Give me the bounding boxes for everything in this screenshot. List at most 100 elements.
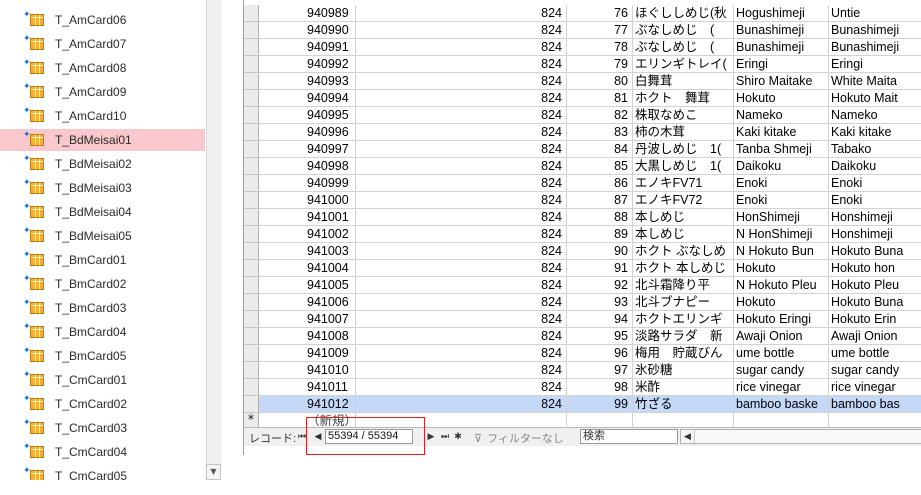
- cell-c[interactable]: 株取なめこ: [633, 107, 734, 124]
- cell-d[interactable]: Hokuto: [734, 294, 829, 311]
- cell-c[interactable]: 本しめじ: [633, 226, 734, 243]
- cell-a[interactable]: 824: [356, 158, 567, 175]
- cell-id[interactable]: 941004: [259, 260, 356, 277]
- cell-a[interactable]: 824: [356, 345, 567, 362]
- cell-d[interactable]: Enoki: [734, 175, 829, 192]
- row-selector[interactable]: [244, 294, 259, 311]
- cell-b[interactable]: 82: [567, 107, 633, 124]
- cell-id[interactable]: 940999: [259, 175, 356, 192]
- table-row[interactable]: 940993 824 80 白舞茸 Shiro Maitake White Maita: [244, 73, 921, 90]
- cell-c[interactable]: 白舞茸: [633, 73, 734, 90]
- cell-e[interactable]: Honshimeji: [829, 209, 921, 226]
- table-row[interactable]: 941004 824 91 ホクト 本しめじ Hokuto Hokuto hon: [244, 260, 921, 277]
- cell-c[interactable]: 本しめじ: [633, 209, 734, 226]
- cell-id[interactable]: 940998: [259, 158, 356, 175]
- cell-e[interactable]: White Maita: [829, 73, 921, 90]
- row-selector[interactable]: [244, 107, 259, 124]
- cell-b[interactable]: 78: [567, 39, 633, 56]
- table-row[interactable]: 941000 824 87 エノキFV72 Enoki Enoki: [244, 192, 921, 209]
- cell-a[interactable]: 824: [356, 226, 567, 243]
- splitter[interactable]: [221, 0, 243, 495]
- cell-a[interactable]: 824: [356, 277, 567, 294]
- cell-d[interactable]: Shiro Maitake: [734, 73, 829, 90]
- cell-c[interactable]: 大黒しめじ 1(: [633, 158, 734, 175]
- cell-b[interactable]: 95: [567, 328, 633, 345]
- row-selector[interactable]: [244, 328, 259, 345]
- cell-c[interactable]: ほぐししめじ(秋: [633, 5, 734, 22]
- cell-c[interactable]: 氷砂糖: [633, 362, 734, 379]
- cell-c[interactable]: エノキFV71: [633, 175, 734, 192]
- nav-item-t-bmcard02[interactable]: ✦ T_BmCard02: [0, 273, 205, 295]
- cell-b[interactable]: 83: [567, 124, 633, 141]
- cell-d[interactable]: Nameko: [734, 107, 829, 124]
- cell-b[interactable]: 96: [567, 345, 633, 362]
- cell-e[interactable]: Eringi: [829, 56, 921, 73]
- row-selector[interactable]: [244, 158, 259, 175]
- cell-c[interactable]: ホクト ぶなしめ: [633, 243, 734, 260]
- nav-item-t-bdmeisai01[interactable]: ✦ T_BdMeisai01: [0, 129, 205, 151]
- cell-id[interactable]: 941005: [259, 277, 356, 294]
- cell-c[interactable]: 柿の木茸: [633, 124, 734, 141]
- cell-a[interactable]: 824: [356, 260, 567, 277]
- cell-e[interactable]: Nameko: [829, 107, 921, 124]
- cell-d[interactable]: bamboo baske: [734, 396, 829, 413]
- cell-a[interactable]: 824: [356, 396, 567, 413]
- row-selector[interactable]: [244, 73, 259, 90]
- cell-d[interactable]: Enoki: [734, 192, 829, 209]
- cell-id[interactable]: 941008: [259, 328, 356, 345]
- cell-e[interactable]: Enoki: [829, 192, 921, 209]
- cell-id[interactable]: 940991: [259, 39, 356, 56]
- nav-item-t-bdmeisai03[interactable]: ✦ T_BdMeisai03: [0, 177, 205, 199]
- cell-d[interactable]: N HonShimeji: [734, 226, 829, 243]
- cell-a[interactable]: 824: [356, 39, 567, 56]
- cell-id[interactable]: 940994: [259, 90, 356, 107]
- cell-c[interactable]: エリンギトレイ(: [633, 56, 734, 73]
- row-selector[interactable]: [244, 243, 259, 260]
- cell-e[interactable]: Tabako: [829, 141, 921, 158]
- cell-a[interactable]: 824: [356, 243, 567, 260]
- row-selector[interactable]: [244, 175, 259, 192]
- cell-id[interactable]: 941011: [259, 379, 356, 396]
- horizontal-scrollbar[interactable]: ◀: [680, 429, 921, 444]
- cell-d[interactable]: ume bottle: [734, 345, 829, 362]
- row-selector[interactable]: [244, 141, 259, 158]
- cell-b[interactable]: 91: [567, 260, 633, 277]
- cell-c[interactable]: 北斗ブナピー: [633, 294, 734, 311]
- table-row[interactable]: 941008 824 95 淡路サラダ 新 Awaji Onion Awaji Onion: [244, 328, 921, 345]
- table-row[interactable]: 941001 824 88 本しめじ HonShimeji Honshimeji: [244, 209, 921, 226]
- nav-item-t-bdmeisai05[interactable]: ✦ T_BdMeisai05: [0, 225, 205, 247]
- nav-item-t-cmcard03[interactable]: ✦ T_CmCard03: [0, 417, 205, 439]
- cell-e[interactable]: rice vinegar: [829, 379, 921, 396]
- cell-b[interactable]: 86: [567, 175, 633, 192]
- cell-id[interactable]: 940992: [259, 56, 356, 73]
- cell-c[interactable]: ホクト 本しめじ: [633, 260, 734, 277]
- cell-b[interactable]: 81: [567, 90, 633, 107]
- cell-c[interactable]: 北斗霜降り平: [633, 277, 734, 294]
- cell-d[interactable]: HonShimeji: [734, 209, 829, 226]
- table-row[interactable]: 941005 824 92 北斗霜降り平 N Hokuto Pleu Hokuto Ple…: [244, 277, 921, 294]
- cell-e[interactable]: Hokuto Mait: [829, 90, 921, 107]
- cell-b[interactable]: 93: [567, 294, 633, 311]
- cell-e[interactable]: ume bottle: [829, 345, 921, 362]
- cell-a[interactable]: 824: [356, 209, 567, 226]
- table-row[interactable]: 940992 824 79 エリンギトレイ(Eringi Eringi: [244, 56, 921, 73]
- cell-b[interactable]: 76: [567, 5, 633, 22]
- cell-c[interactable]: 竹ざる: [633, 396, 734, 413]
- cell-id[interactable]: 940990: [259, 22, 356, 39]
- cell-b[interactable]: 90: [567, 243, 633, 260]
- table-row[interactable]: 941011 824 98 米酢 rice vinegar rice vinegar: [244, 379, 921, 396]
- cell-c[interactable]: ホクトエリンギ: [633, 311, 734, 328]
- table-row[interactable]: 941010 824 97 氷砂糖 sugar candy sugar candy: [244, 362, 921, 379]
- cell-a[interactable]: 824: [356, 90, 567, 107]
- cell-d[interactable]: rice vinegar: [734, 379, 829, 396]
- cell-d[interactable]: Hokuto: [734, 260, 829, 277]
- nav-item-t-bmcard01[interactable]: ✦ T_BmCard01: [0, 249, 205, 271]
- cell-a[interactable]: 824: [356, 175, 567, 192]
- cell-id[interactable]: 941003: [259, 243, 356, 260]
- cell-d[interactable]: Daikoku: [734, 158, 829, 175]
- cell-e[interactable]: Enoki: [829, 175, 921, 192]
- row-selector[interactable]: [244, 379, 259, 396]
- row-selector[interactable]: [244, 5, 259, 22]
- cell-b[interactable]: 99: [567, 396, 633, 413]
- cell-e[interactable]: Awaji Onion: [829, 328, 921, 345]
